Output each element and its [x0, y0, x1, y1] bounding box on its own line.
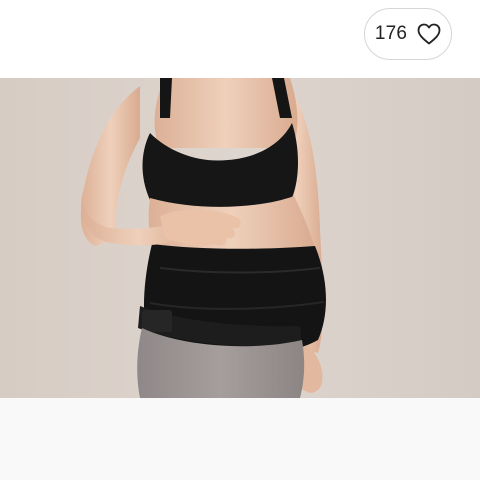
product-detail-screen: 176 — [0, 0, 480, 480]
top-bar: 176 — [0, 0, 480, 78]
heart-icon — [417, 23, 441, 45]
maternity-belt-photo — [0, 78, 480, 398]
product-photo[interactable] — [0, 78, 480, 398]
like-button[interactable]: 176 — [364, 8, 452, 60]
bottom-area — [0, 398, 480, 480]
like-count: 176 — [374, 23, 408, 44]
